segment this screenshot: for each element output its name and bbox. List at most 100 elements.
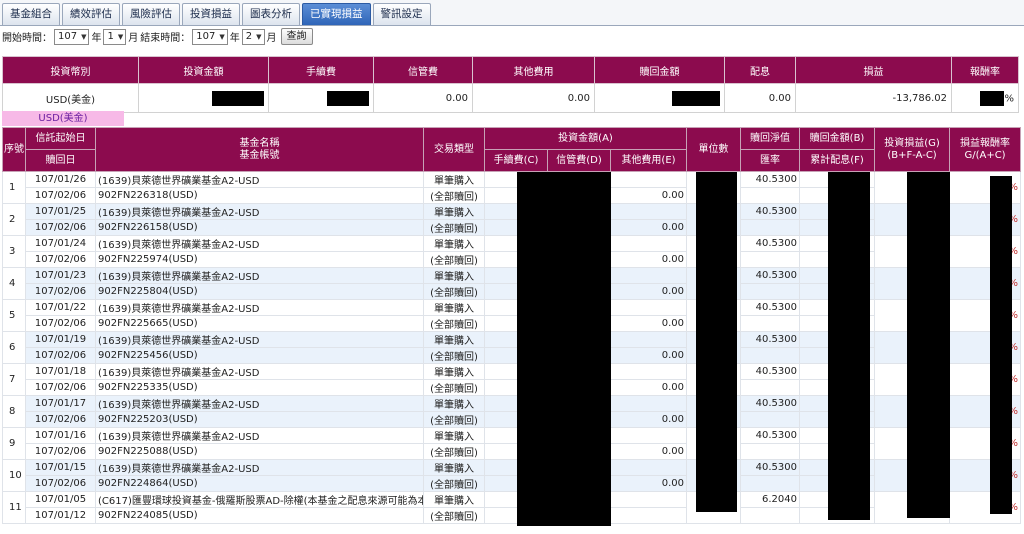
row-other-fee: 0.00 xyxy=(609,219,688,236)
row-redeem-date: 107/02/06 xyxy=(25,283,96,300)
row-trade-type-detail: (全部贖回) xyxy=(423,379,485,396)
redacted-block xyxy=(212,90,264,106)
row-redeem-nav: 40.5300 xyxy=(740,171,801,188)
row-fund-account: 902FN225203(USD) xyxy=(95,411,424,428)
year-unit: 年 xyxy=(229,33,240,44)
percent-sign: % xyxy=(1004,93,1014,104)
row-trade-type: 單筆購入 xyxy=(423,299,485,316)
row-redeem-nav: 40.5300 xyxy=(740,203,801,220)
header-rate-label: 損益報酬率 xyxy=(960,137,1011,149)
row-fund-account: 902FN225665(USD) xyxy=(95,315,424,332)
row-start-date: 107/01/15 xyxy=(25,459,96,476)
row-trade-type-detail: (全部贖回) xyxy=(423,315,485,332)
row-other-fee: 0.00 xyxy=(609,283,688,300)
date-filter: 開始時間： 107 ▼ 年 1 ▼ 月 結束時間： 107 ▼ 年 2 ▼ 月 查詢 xyxy=(2,27,313,46)
row-redeem-date: 107/02/06 xyxy=(25,411,96,428)
header-pnl-label: 投資損益(G) xyxy=(884,137,940,149)
row-start-date: 107/01/17 xyxy=(25,395,96,412)
row-start-date: 107/01/22 xyxy=(25,299,96,316)
tab-risk[interactable]: 風險評估 xyxy=(122,3,180,25)
row-fund-account: 902FN225456(USD) xyxy=(95,347,424,364)
summary-rate: % xyxy=(951,83,1019,113)
row-redeem-date: 107/02/06 xyxy=(25,443,96,460)
query-button[interactable]: 查詢 xyxy=(280,28,313,45)
year-unit: 年 xyxy=(91,33,102,44)
row-fund-account: 902FN226318(USD) xyxy=(95,187,424,204)
row-fx-rate xyxy=(740,475,801,492)
row-seq: 3 xyxy=(2,235,26,268)
summary-header-mgmt-fee: 信管費 xyxy=(373,56,473,84)
row-redeem-nav: 40.5300 xyxy=(740,235,801,252)
row-fx-rate xyxy=(740,219,801,236)
row-trade-type: 單筆購入 xyxy=(423,427,485,444)
redacted-block xyxy=(980,90,1005,106)
start-year-select[interactable]: 107 ▼ xyxy=(54,28,90,45)
row-trade-type-detail: (全部贖回) xyxy=(423,187,485,204)
row-trade-type-detail: (全部贖回) xyxy=(423,475,485,492)
tab-performance[interactable]: 績效評估 xyxy=(62,3,120,25)
chevron-down-icon: ▼ xyxy=(81,32,87,41)
redacted-block xyxy=(327,90,369,106)
row-other-fee: 0.00 xyxy=(609,475,688,492)
row-fund-name: (1639)貝萊德世界礦業基金A2-USD xyxy=(95,267,424,284)
header-fund-account: 基金帳號 xyxy=(239,149,280,161)
tab-fund-portfolio[interactable]: 基金組合 xyxy=(2,3,60,25)
tab-chart-analysis[interactable]: 圖表分析 xyxy=(242,3,300,25)
row-start-date: 107/01/05 xyxy=(25,491,96,508)
header-units: 單位數 xyxy=(686,127,742,172)
row-redeem-nav: 40.5300 xyxy=(740,395,801,412)
row-seq: 9 xyxy=(2,427,26,460)
row-trade-type: 單筆購入 xyxy=(423,363,485,380)
row-redeem-date: 107/02/06 xyxy=(25,251,96,268)
row-redeem-date: 107/02/06 xyxy=(25,475,96,492)
row-fx-rate xyxy=(740,315,801,332)
row-redeem-date: 107/02/06 xyxy=(25,347,96,364)
redacted-units-column xyxy=(696,172,737,512)
row-trade-type-detail: (全部贖回) xyxy=(423,411,485,428)
start-time-label: 開始時間： xyxy=(2,33,52,44)
row-seq: 1 xyxy=(2,171,26,204)
header-other-fee: 其他費用(E) xyxy=(609,149,688,172)
row-fund-account: 902FN225804(USD) xyxy=(95,283,424,300)
tab-realized-pnl[interactable]: 已實現損益 xyxy=(302,3,371,25)
row-start-date: 107/01/16 xyxy=(25,427,96,444)
row-seq: 4 xyxy=(2,267,26,300)
row-fund-account: 902FN224085(USD) xyxy=(95,507,424,524)
row-fund-name: (1639)貝萊德世界礦業基金A2-USD xyxy=(95,395,424,412)
tab-bar: 基金組合 績效評估 風險評估 投資損益 圖表分析 已實現損益 警訊設定 xyxy=(0,0,1024,26)
header-redeem-date: 贖回日 xyxy=(25,149,96,172)
row-redeem-nav: 40.5300 xyxy=(740,459,801,476)
row-redeem-date: 107/02/06 xyxy=(25,187,96,204)
row-other-fee: 0.00 xyxy=(609,411,688,428)
end-year-select[interactable]: 107 ▼ xyxy=(192,28,228,45)
row-other-fee: 0.00 xyxy=(609,379,688,396)
row-fund-account: 902FN225335(USD) xyxy=(95,379,424,396)
redacted-fee-mgmt-column xyxy=(517,172,611,526)
row-start-date: 107/01/26 xyxy=(25,171,96,188)
row-trade-type-detail: (全部贖回) xyxy=(423,507,485,524)
row-start-date: 107/01/24 xyxy=(25,235,96,252)
row-redeem-date: 107/02/06 xyxy=(25,315,96,332)
row-other-fee: 0.00 xyxy=(609,443,688,460)
row-fund-account: 902FN225974(USD) xyxy=(95,251,424,268)
end-month-select[interactable]: 2 ▼ xyxy=(241,28,265,45)
row-trade-type: 單筆購入 xyxy=(423,395,485,412)
end-time-label: 結束時間： xyxy=(140,33,191,44)
row-seq: 5 xyxy=(2,299,26,332)
row-start-date: 107/01/18 xyxy=(25,363,96,380)
row-seq: 7 xyxy=(2,363,26,396)
summary-header-currency: 投資幣別 xyxy=(2,56,139,84)
row-other-fee: 0.00 xyxy=(609,347,688,364)
header-pnl: 投資損益(G) (B+F-A-C) xyxy=(874,127,951,172)
row-fund-account: 902FN225088(USD) xyxy=(95,443,424,460)
summary-header-redeem-amount: 贖回金額 xyxy=(594,56,725,84)
header-rate-formula: G/(A+C) xyxy=(964,149,1006,161)
start-month-select[interactable]: 1 ▼ xyxy=(103,28,127,45)
redacted-pnl-column xyxy=(907,172,950,518)
tab-alert-settings[interactable]: 警訊設定 xyxy=(372,3,431,25)
tab-investment-pnl[interactable]: 投資損益 xyxy=(182,3,240,25)
row-fund-name: (1639)貝萊德世界礦業基金A2-USD xyxy=(95,203,424,220)
header-redeem-nav: 贖回淨值 xyxy=(740,127,801,150)
row-start-date: 107/01/25 xyxy=(25,203,96,220)
header-invest-amount: 投資金額(A) xyxy=(483,127,688,150)
